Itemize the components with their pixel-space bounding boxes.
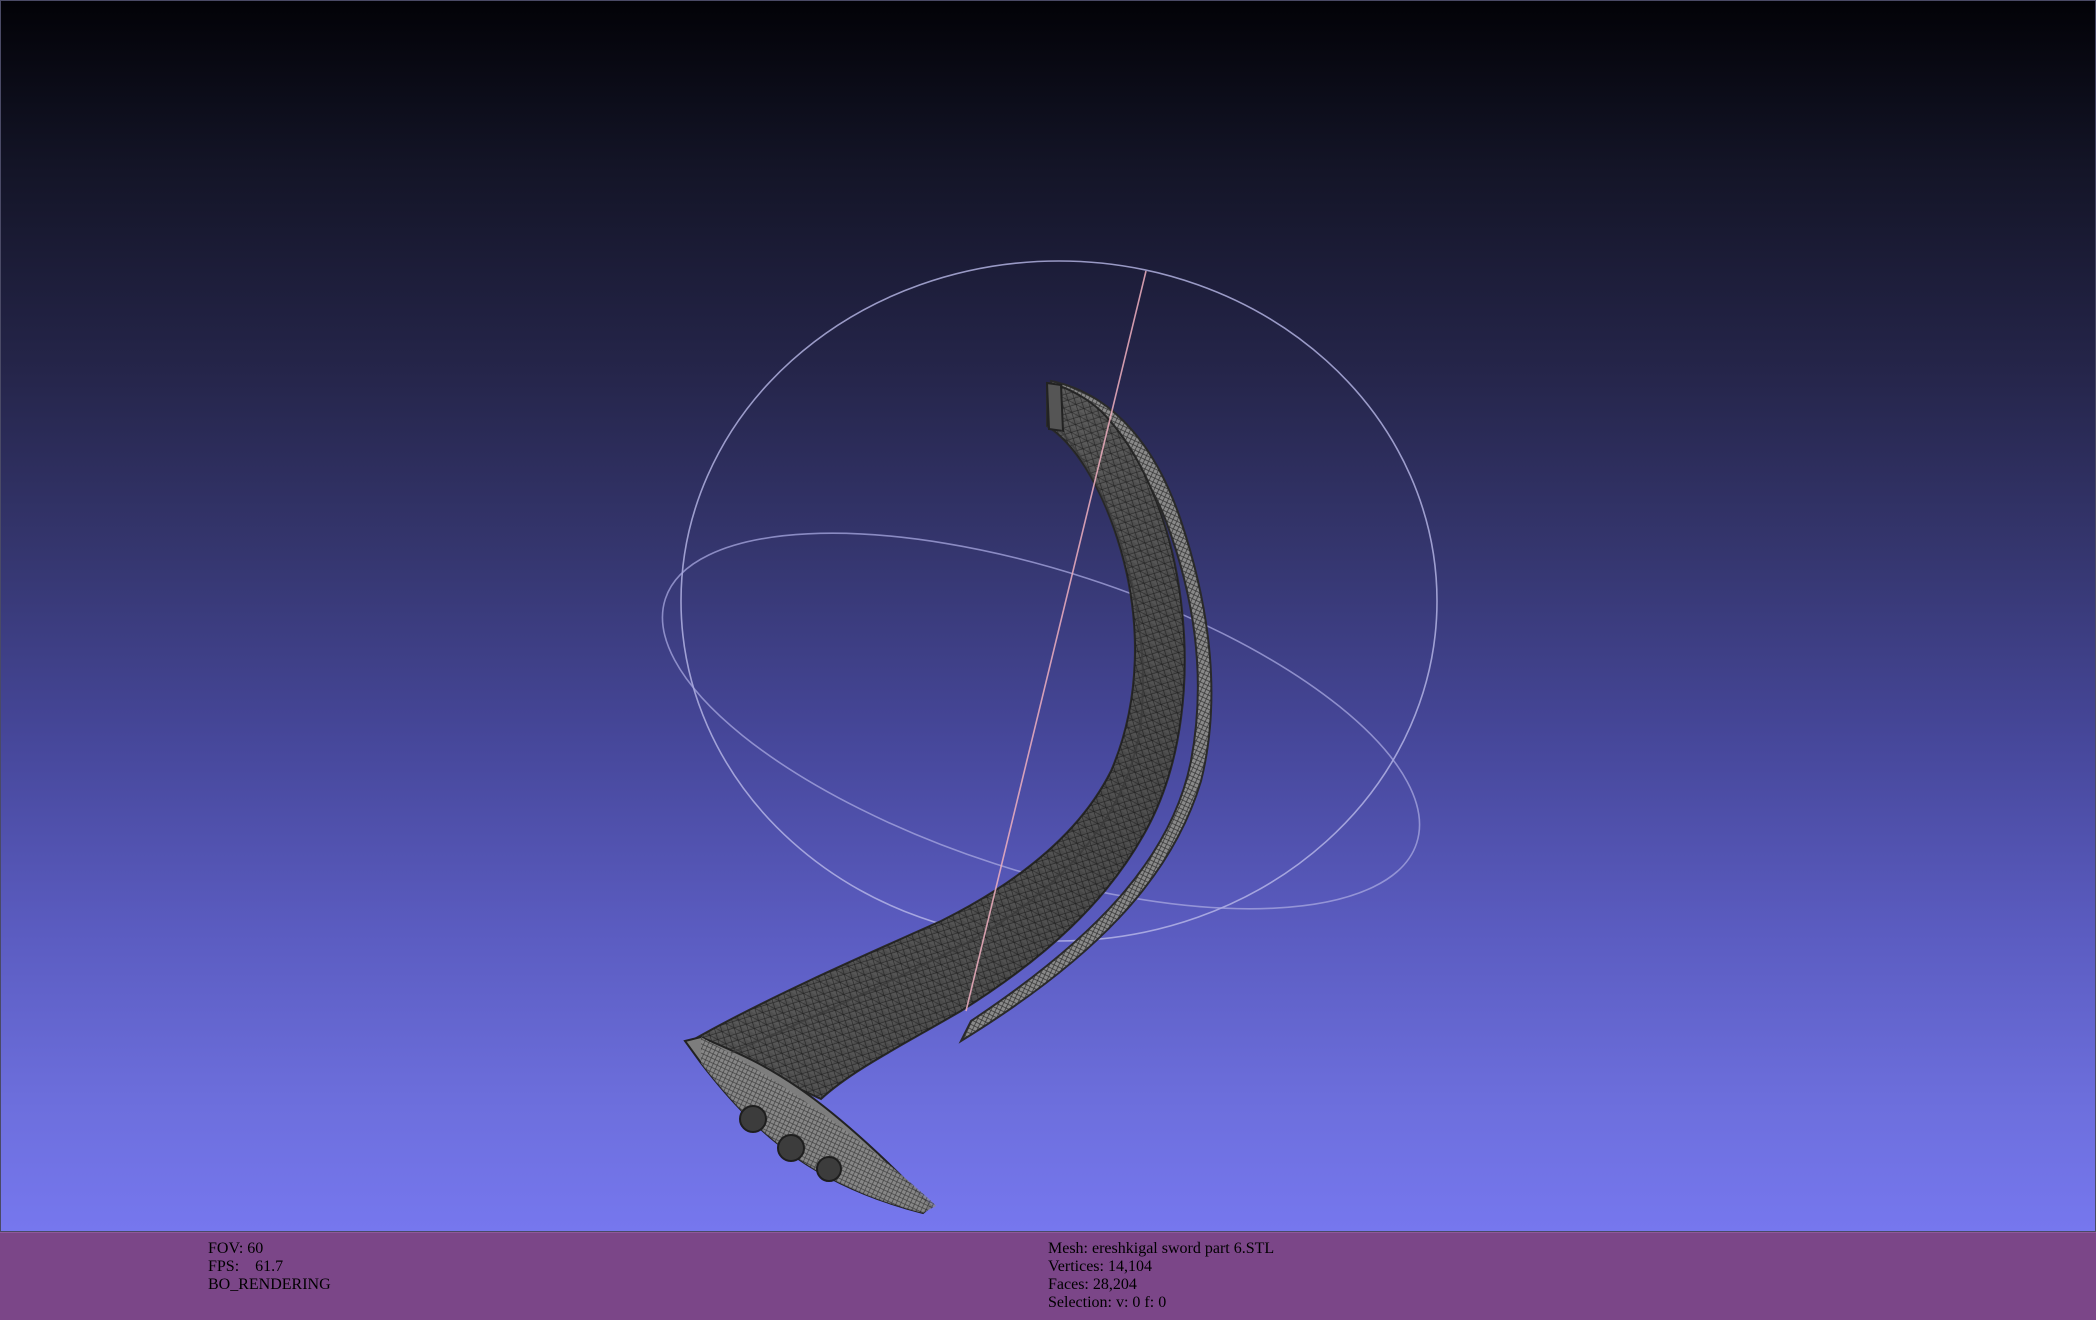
face-count: Faces: 28,204 [1048,1276,1137,1293]
mesh-hole-3 [816,1156,842,1182]
mesh-name: Mesh: ereshkigal sword part 6.STL [1048,1240,1275,1257]
mesh-hole-1 [739,1105,767,1133]
mesh-model[interactable] [683,379,1213,1215]
3d-viewport[interactable] [0,0,2096,1232]
render-mode-readout: BO_RENDERING [208,1276,331,1293]
mesh-shade-overlay [691,383,1185,1099]
selection-info: Selection: v: 0 f: 0 [1048,1294,1167,1311]
render-info: FOV: 60 FPS: 61.7 BO_RENDERING [208,1240,331,1294]
scene-canvas[interactable] [1,1,2096,1232]
fps-readout: FPS: 61.7 [208,1258,284,1275]
fov-readout: FOV: 60 [208,1240,264,1257]
mesh-tip-cap [1045,381,1065,433]
trackball-vertical-ring [680,260,1438,942]
vertex-count: Vertices: 14,104 [1048,1258,1152,1275]
mesh-hole-2 [777,1134,805,1162]
mesh-info: Mesh: ereshkigal sword part 6.STL Vertic… [1048,1240,1274,1312]
